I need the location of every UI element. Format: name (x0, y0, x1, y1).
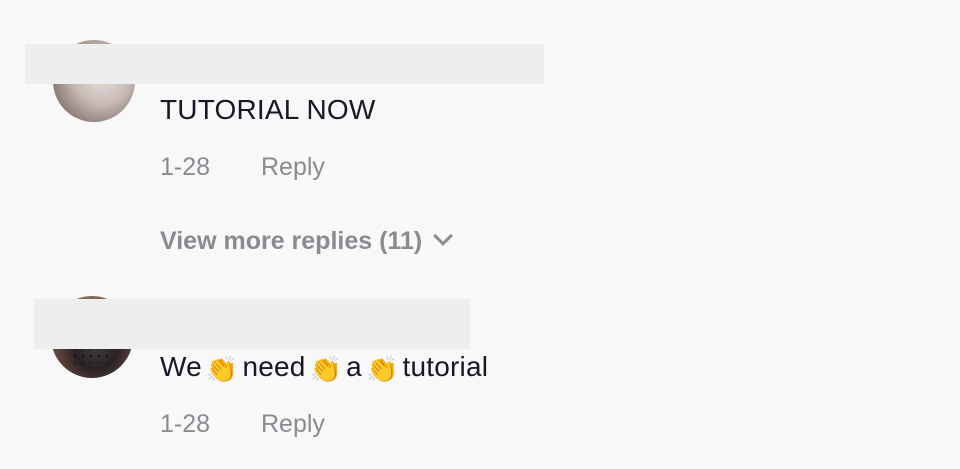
comment-meta: 1-28 Reply (160, 153, 325, 182)
view-more-replies-label: View more replies (11) (160, 227, 423, 255)
redacted-username (25, 44, 544, 84)
comment-text: TUTORIAL NOW (160, 94, 376, 125)
comment-text: We 👏 need 👏 a 👏 tutorial (160, 351, 488, 385)
comment-date: 1-28 (160, 410, 211, 438)
clapping-hands-icon: 👏 (205, 355, 239, 385)
redacted-username (34, 299, 470, 349)
chevron-down-icon (433, 226, 454, 246)
comment-date: 1-28 (160, 153, 211, 181)
comment-word: We (160, 351, 202, 382)
comment-word: a (346, 351, 362, 382)
comment-word: need (242, 351, 306, 382)
reply-button[interactable]: Reply (261, 410, 325, 439)
comment-word: tutorial (402, 351, 489, 382)
comment-meta: 1-28 Reply (160, 410, 325, 439)
clapping-hands-icon: 👏 (365, 355, 399, 385)
view-more-replies-button[interactable]: View more replies (11) (160, 226, 454, 256)
clapping-hands-icon: 👏 (309, 355, 343, 385)
reply-button[interactable]: Reply (261, 153, 325, 182)
